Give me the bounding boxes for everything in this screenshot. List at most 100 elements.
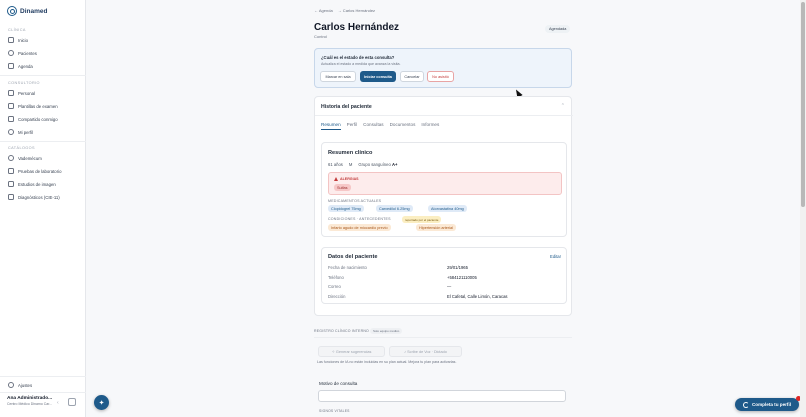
chevron-icon: ‹ — [57, 400, 59, 406]
tab-resumen[interactable]: Resumen — [321, 122, 341, 130]
sidebar-item-label: Vademécum — [18, 155, 42, 161]
email-value: — — [447, 284, 452, 289]
tab-perfil[interactable]: Perfil — [347, 122, 357, 130]
breadcrumb: ← Agenda → Carlos Hernández — [314, 8, 375, 13]
sidebar-item-vademecum[interactable]: Vademécum — [8, 155, 42, 161]
sidebar-item-label: Diagnósticos (CIE-11) — [18, 194, 60, 200]
patient-reported-tag: reportado por el paciente — [402, 216, 442, 224]
allergy-chip: Sulfas — [334, 184, 351, 192]
email-label: Correo — [328, 284, 341, 289]
edit-patient-link[interactable]: Editar — [550, 254, 561, 259]
users-icon — [8, 50, 14, 56]
sidebar-item-imagen[interactable]: Estudios de imagen — [8, 181, 56, 187]
brand[interactable]: Dinamed — [7, 6, 47, 16]
sidebar-divider — [0, 141, 86, 142]
sidebar-item-plantillas[interactable]: Plantillas de examen — [8, 103, 58, 109]
sidebar-item-personal[interactable]: Personal — [8, 90, 35, 96]
motivo-label: Motivo de consulta — [319, 381, 358, 386]
cancel-button[interactable]: Cancelar — [400, 71, 424, 82]
gear-icon — [8, 382, 14, 388]
breadcrumb-current: → Carlos Hernández — [337, 8, 376, 13]
allergies-alert: ALERGIAS Sulfas — [328, 172, 562, 195]
sidebar-item-label: Plantillas de examen — [18, 103, 58, 109]
patient-meta: 61 años M Grupo sanguíneo A+ — [328, 162, 397, 167]
collapse-chevron-icon[interactable]: ⌃ — [561, 103, 565, 109]
home-icon — [8, 37, 14, 43]
breadcrumb-back-agenda[interactable]: ← Agenda — [314, 8, 333, 13]
mark-in-room-button[interactable]: Marcar en sala — [320, 71, 356, 82]
condition-chip: Hipertensión arterial — [416, 224, 456, 232]
patient-age: 61 años — [328, 162, 343, 167]
clinical-summary-card: Resumen clínico 61 años M Grupo sanguíne… — [321, 142, 567, 237]
voice-scribe-button: ♪ Scribe de Voz · Dictado — [389, 346, 462, 357]
id-badge-icon — [8, 90, 14, 96]
history-tabs: Resumen Perfil Consultas Documentos Info… — [321, 122, 439, 130]
address-value: El Cafetal, Calle Limón, Caracas — [447, 294, 508, 299]
magic-assistant-button[interactable]: ✦ — [94, 395, 109, 410]
sidebar-item-label: Ajustes — [18, 382, 33, 388]
consult-status-hint: Actualiza el estado a medida que avanza … — [321, 62, 401, 66]
page-title: Carlos Hernández — [314, 22, 400, 33]
sidebar-item-label: Compartido conmigo — [18, 116, 58, 122]
blood-type: Grupo sanguíneo A+ — [358, 162, 398, 167]
sidebar-item-diagnosticos[interactable]: Diagnósticos (CIE-11) — [8, 194, 60, 200]
consult-type: Control — [314, 34, 327, 39]
phone-label: Teléfono — [328, 275, 344, 280]
user-account[interactable]: Ana Administrado... Centro Médico Dinamo… — [7, 396, 79, 406]
sidebar-divider — [0, 75, 86, 76]
no-show-button[interactable]: No asistió — [427, 71, 454, 82]
patient-data-card: Datos del paciente Editar Fecha de nacim… — [321, 247, 567, 304]
complete-profile-button[interactable]: Completa tu perfil — [735, 398, 799, 411]
dinamed-logo-icon — [7, 6, 17, 16]
flask-icon — [8, 168, 14, 174]
sidebar-item-label: Mi perfil — [18, 129, 34, 135]
history-title: Historia del paciente — [321, 104, 372, 110]
condition-chip: Infarto agudo de miocardio previo — [328, 224, 391, 232]
sidebar-item-pacientes[interactable]: Pacientes — [8, 50, 37, 56]
divider — [315, 115, 573, 116]
start-consult-button[interactable]: Iniciar consulta — [360, 71, 396, 82]
tab-consultas[interactable]: Consultas — [363, 122, 383, 130]
sidebar-item-label: Estudios de imagen — [18, 181, 56, 187]
tab-documentos[interactable]: Documentos — [390, 122, 416, 130]
pill-icon — [8, 155, 14, 161]
logout-icon[interactable] — [68, 398, 76, 406]
scrollbar-thumb[interactable] — [801, 2, 805, 207]
image-icon — [8, 181, 14, 187]
motivo-input[interactable] — [318, 390, 566, 402]
wand-icon: ✦ — [98, 399, 105, 407]
section-consultorio: CONSULTORIO — [8, 81, 40, 85]
consult-status-panel: ¿Cuál es el estado de esta consulta? Act… — [314, 48, 572, 88]
sidebar-item-inicio[interactable]: Inicio — [8, 37, 28, 43]
phone-value: +584121110005 — [447, 275, 477, 280]
sidebar-item-ajustes[interactable]: Ajustes — [8, 382, 32, 388]
clinical-summary-title: Resumen clínico — [328, 150, 373, 156]
patient-sex: M — [348, 162, 353, 167]
ai-plan-note: Las funciones de IA no están incluidas e… — [317, 360, 457, 364]
patient-data-title: Datos del paciente — [328, 254, 378, 260]
conditions-label: CONDICIONES · ANTECEDENTES — [328, 217, 391, 221]
sidebar-item-label: Pruebas de laboratorio — [18, 168, 62, 174]
dob-value: 29/01/1965 — [447, 265, 468, 270]
sidebar-item-compartido[interactable]: Compartido conmigo — [8, 116, 58, 122]
divider — [314, 337, 572, 338]
user-icon — [8, 129, 14, 135]
calendar-icon — [8, 63, 14, 69]
med-chip: Carvedilol 6.25mg — [376, 205, 413, 213]
section-clinica: CLÍNICA — [8, 28, 26, 32]
allergies-label: ALERGIAS — [334, 177, 359, 181]
sidebar-item-agenda[interactable]: Agenda — [8, 63, 33, 69]
sidebar-divider — [0, 376, 86, 377]
list-icon — [8, 194, 14, 200]
medical-team-only-badge: Solo equipo médico — [370, 328, 403, 334]
tab-informes[interactable]: Informes — [421, 122, 439, 130]
warning-icon — [334, 177, 338, 181]
generate-suggestions-button: ✧ Generar sugerencias — [318, 346, 385, 357]
sidebar-item-laboratorio[interactable]: Pruebas de laboratorio — [8, 168, 61, 174]
med-chip: Clopidogrel 75mg — [328, 205, 364, 213]
status-badge: Agendada — [545, 25, 571, 33]
meds-label: MEDICAMENTOS ACTUALES — [328, 199, 382, 203]
sidebar-item-mi-perfil[interactable]: Mi perfil — [8, 129, 33, 135]
vitals-label: SIGNOS VITALES — [319, 409, 350, 413]
sidebar-item-label: Agenda — [18, 63, 33, 69]
